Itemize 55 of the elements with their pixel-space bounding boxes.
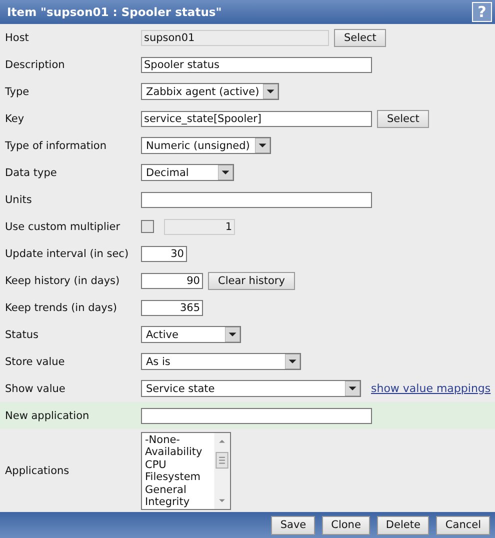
field-label: Show value bbox=[4, 382, 66, 394]
dropdown[interactable]: Active bbox=[141, 326, 241, 343]
field-label: Applications bbox=[4, 464, 70, 476]
field-label: Type of information bbox=[4, 140, 108, 152]
action-button[interactable]: Delete bbox=[376, 516, 430, 534]
number-field[interactable]: 90 bbox=[141, 272, 203, 288]
field-label: Use custom multiplier bbox=[4, 220, 122, 232]
checkbox[interactable] bbox=[141, 220, 154, 233]
dropdown[interactable]: Numeric (unsigned) bbox=[141, 137, 271, 154]
applications-list[interactable]: -None- Availability CPU Filesystem General Integrity bbox=[141, 432, 231, 510]
scrollbar[interactable] bbox=[214, 432, 230, 508]
list-option[interactable]: -None- bbox=[145, 434, 211, 446]
number-field[interactable]: 30 bbox=[141, 246, 187, 262]
dropdown[interactable]: Decimal bbox=[141, 164, 234, 181]
dropdown[interactable]: Service state bbox=[141, 380, 361, 397]
field-label: Keep history (in days) bbox=[4, 274, 121, 286]
field-label: Units bbox=[4, 194, 33, 206]
list-option[interactable]: CPU bbox=[145, 458, 211, 471]
text-field[interactable]: service_state[Spooler] bbox=[141, 110, 372, 126]
list-option[interactable]: General bbox=[145, 484, 211, 496]
field-label: Key bbox=[4, 112, 26, 124]
action-button[interactable]: Save bbox=[271, 516, 316, 534]
dropdown-arrow-icon bbox=[255, 138, 270, 153]
list-option[interactable]: Filesystem bbox=[145, 471, 211, 484]
select-button[interactable]: Select bbox=[377, 110, 430, 128]
dropdown-arrow-icon bbox=[285, 354, 300, 369]
host-field: supson01 bbox=[141, 30, 329, 46]
list-option[interactable]: Integrity bbox=[145, 496, 211, 508]
clear-history-button[interactable]: Clear history bbox=[208, 272, 295, 290]
multiplier-field[interactable]: 1 bbox=[164, 218, 235, 234]
dropdown-arrow-icon bbox=[345, 381, 360, 396]
field-label: Status bbox=[4, 328, 40, 340]
text-field[interactable] bbox=[141, 408, 372, 424]
field-label: Keep trends (in days) bbox=[4, 302, 118, 314]
field-label: Type bbox=[4, 86, 30, 98]
number-field[interactable]: 365 bbox=[141, 300, 203, 316]
select-button[interactable]: Select bbox=[334, 28, 386, 46]
field-label: New application bbox=[4, 410, 90, 422]
text-field[interactable]: Spooler status bbox=[141, 56, 372, 72]
window-title: Item "supson01 : Spooler status" bbox=[7, 5, 222, 19]
dropdown[interactable]: Zabbix agent (active) bbox=[141, 83, 279, 100]
dropdown-arrow-icon bbox=[225, 327, 240, 342]
dropdown-arrow-icon bbox=[218, 165, 233, 180]
dropdown-arrow-icon bbox=[263, 84, 278, 99]
field-label: Data type bbox=[4, 166, 58, 178]
field-label: Update interval (in sec) bbox=[4, 248, 130, 260]
dropdown[interactable]: As is bbox=[141, 353, 301, 370]
field-label: Store value bbox=[4, 356, 66, 368]
list-option[interactable]: Availability bbox=[145, 446, 211, 458]
text-field[interactable] bbox=[141, 192, 372, 208]
field-label: Description bbox=[4, 58, 66, 70]
value-mappings-link[interactable]: show value mappings bbox=[371, 382, 491, 395]
action-button[interactable]: Cancel bbox=[436, 516, 490, 534]
action-button[interactable]: Clone bbox=[322, 516, 370, 534]
field-label: Host bbox=[4, 32, 30, 44]
